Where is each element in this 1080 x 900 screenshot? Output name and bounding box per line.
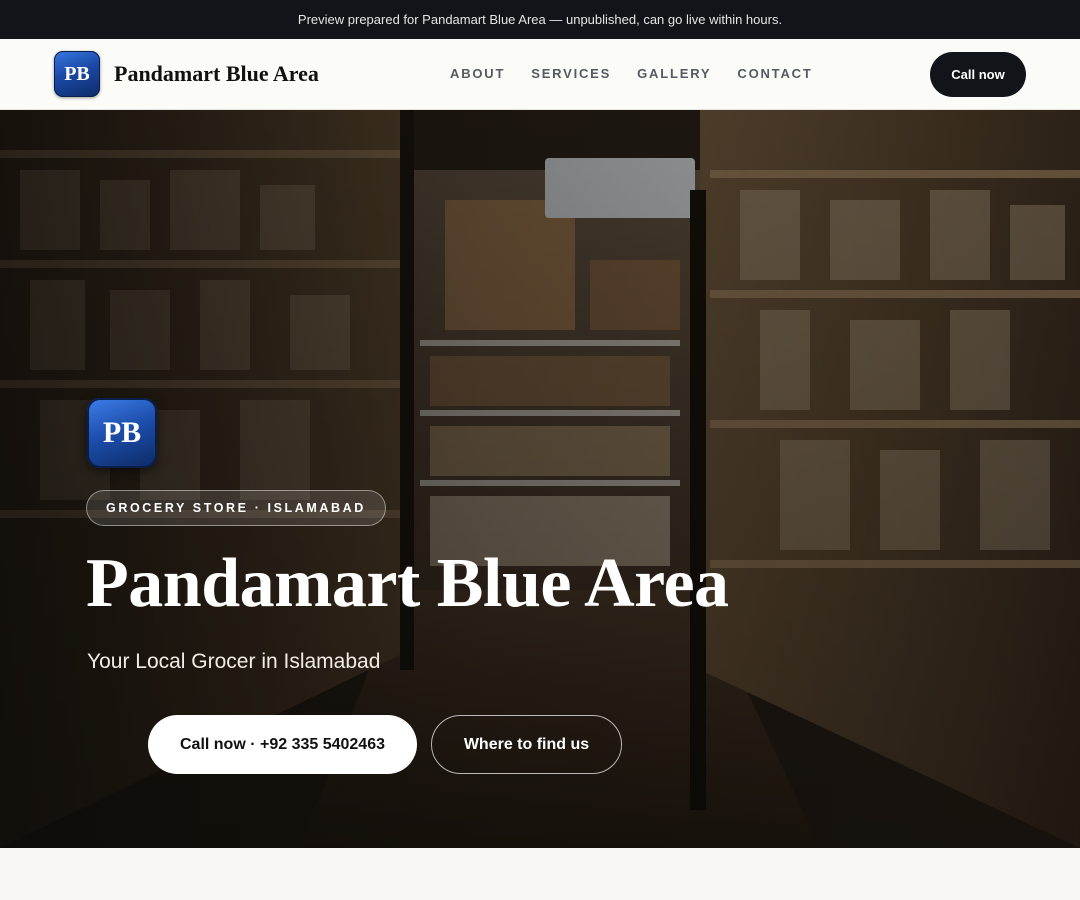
nav-item-gallery[interactable]: GALLERY [637,66,711,81]
nav-item-contact[interactable]: CONTACT [737,66,812,81]
announcement-bar: Preview prepared for Pandamart Blue Area… [0,0,1080,39]
announcement-text: Preview prepared for Pandamart Blue Area… [297,12,783,27]
site-header: PB Pandamart Blue Area ABOUT SERVICES GA… [0,39,1080,110]
hero-section: PB GROCERY STORE · ISLAMABAD Pandamart B… [0,110,1080,848]
brand-link[interactable]: PB Pandamart Blue Area [54,51,319,97]
hero-logo: PB [87,398,157,468]
nav-item-about[interactable]: ABOUT [450,66,505,81]
call-now-button[interactable]: Call now · +92 335 5402463 [148,715,417,774]
header-call-button[interactable]: Call now [930,52,1026,97]
hero-title: Pandamart Blue Area [86,545,729,622]
brand-name: Pandamart Blue Area [114,61,319,86]
brand-logo: PB [54,51,100,97]
next-section-start [0,848,1080,900]
hero-subtitle: Your Local Grocer in Islamabad [87,650,381,673]
nav-item-services[interactable]: SERVICES [531,66,611,81]
category-badge: GROCERY STORE · ISLAMABAD [86,490,386,526]
where-to-find-us-button[interactable]: Where to find us [431,715,622,774]
category-badge-label: GROCERY STORE · ISLAMABAD [106,501,366,515]
main-nav: ABOUT SERVICES GALLERY CONTACT [450,66,839,81]
